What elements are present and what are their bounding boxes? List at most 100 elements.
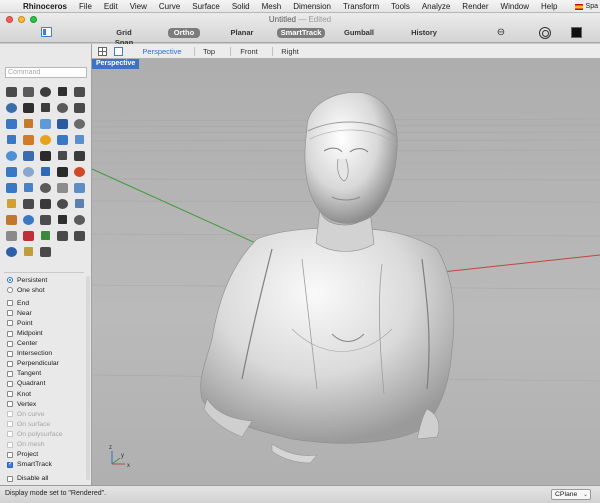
sidebar-toggle-button[interactable] — [41, 27, 52, 37]
tool-button-icon[interactable] — [20, 196, 37, 212]
toggle-smarttrack[interactable]: SmartTrack — [277, 28, 325, 38]
tool-button-icon[interactable] — [3, 100, 20, 116]
tab-right[interactable]: Right — [274, 44, 306, 59]
osnap-knot-checkbox[interactable]: Knot — [7, 389, 87, 399]
tool-button-icon[interactable] — [37, 244, 54, 260]
menu-transform[interactable]: Transform — [337, 0, 385, 12]
menu-file[interactable]: File — [73, 0, 98, 12]
tool-button-icon[interactable] — [3, 244, 20, 260]
tool-button-icon[interactable] — [3, 148, 20, 164]
tool-button-icon[interactable] — [71, 132, 88, 148]
spain-flag-icon[interactable] — [574, 3, 583, 10]
tool-button-icon[interactable] — [3, 212, 20, 228]
menu-dimension[interactable]: Dimension — [287, 0, 337, 12]
osnap-quadrant-checkbox[interactable]: Quadrant — [7, 379, 87, 389]
tool-button-icon[interactable] — [37, 228, 54, 244]
osnap-intersection-checkbox[interactable]: Intersection — [7, 349, 87, 359]
tool-button-icon[interactable] — [37, 100, 54, 116]
tool-button-icon[interactable] — [54, 228, 71, 244]
scanned-mesh[interactable] — [200, 92, 455, 464]
color-swatch-button[interactable] — [571, 27, 582, 38]
menu-surface[interactable]: Surface — [186, 0, 226, 12]
tab-perspective[interactable]: Perspective — [136, 44, 188, 59]
tool-button-icon[interactable] — [3, 132, 20, 148]
tool-button-icon[interactable] — [20, 212, 37, 228]
cplane-dropdown[interactable]: CPlane ⌄ — [551, 489, 591, 500]
menu-curve[interactable]: Curve — [153, 0, 186, 12]
tool-button-icon[interactable] — [37, 180, 54, 196]
osnap-vertex-checkbox[interactable]: Vertex — [7, 399, 87, 409]
menu-app-name[interactable]: Rhinoceros — [17, 0, 73, 12]
menu-help[interactable]: Help — [535, 0, 563, 12]
osnap-end-checkbox[interactable]: End — [7, 298, 87, 308]
tool-button-icon[interactable] — [3, 164, 20, 180]
tool-button-icon[interactable] — [37, 212, 54, 228]
menu-tools[interactable]: Tools — [385, 0, 416, 12]
menu-edit[interactable]: Edit — [98, 0, 124, 12]
tool-button-icon[interactable] — [71, 196, 88, 212]
tool-button-icon[interactable] — [54, 84, 71, 100]
tool-button-icon[interactable] — [71, 228, 88, 244]
tab-front[interactable]: Front — [232, 44, 266, 59]
four-viewports-icon[interactable] — [98, 47, 107, 56]
menu-view[interactable]: View — [124, 0, 153, 12]
osnap-near-checkbox[interactable]: Near — [7, 308, 87, 318]
tool-button-icon[interactable] — [3, 196, 20, 212]
tool-button-icon[interactable] — [54, 116, 71, 132]
tool-button-icon[interactable] — [37, 132, 54, 148]
menu-render[interactable]: Render — [456, 0, 494, 12]
tool-button-icon[interactable] — [54, 164, 71, 180]
tool-button-icon[interactable] — [20, 180, 37, 196]
menu-window[interactable]: Window — [495, 0, 535, 12]
tool-button-icon[interactable] — [54, 148, 71, 164]
tool-button-icon[interactable] — [3, 84, 20, 100]
tool-button-icon[interactable] — [71, 116, 88, 132]
tool-button-icon[interactable] — [20, 148, 37, 164]
toggle-grid-snap[interactable]: Grid Snap — [107, 28, 141, 47]
tool-button-icon[interactable] — [71, 148, 88, 164]
tool-button-icon[interactable] — [20, 228, 37, 244]
menu-mesh[interactable]: Mesh — [256, 0, 288, 12]
osnap-tangent-checkbox[interactable]: Tangent — [7, 369, 87, 379]
osnap-perpendicular-checkbox[interactable]: Perpendicular — [7, 359, 87, 369]
osnap-persistent-radio[interactable]: Persistent — [7, 275, 87, 285]
tool-button-icon[interactable] — [3, 116, 20, 132]
render-target-icon[interactable] — [539, 27, 551, 39]
osnap-disable-all-checkbox[interactable]: Disable all — [7, 474, 87, 484]
toggle-gumball[interactable]: Gumball — [342, 28, 376, 38]
tool-button-icon[interactable] — [54, 180, 71, 196]
tool-button-icon[interactable] — [71, 84, 88, 100]
tool-button-icon[interactable] — [54, 100, 71, 116]
tool-button-icon[interactable] — [71, 180, 88, 196]
osnap-smarttrack-checkbox[interactable]: SmartTrack — [7, 460, 87, 470]
tool-button-icon[interactable] — [37, 116, 54, 132]
tool-button-icon[interactable] — [54, 132, 71, 148]
tool-button-icon[interactable] — [54, 212, 71, 228]
tool-button-icon[interactable] — [71, 212, 88, 228]
perspective-viewport[interactable]: z x y Perspective — [92, 59, 600, 485]
osnap-point-checkbox[interactable]: Point — [7, 318, 87, 328]
tool-button-icon[interactable] — [3, 180, 20, 196]
tool-button-icon[interactable] — [20, 244, 37, 260]
tool-button-icon[interactable] — [54, 196, 71, 212]
toggle-history[interactable]: History — [403, 28, 445, 38]
tool-button-icon[interactable] — [20, 116, 37, 132]
tool-button-icon[interactable] — [37, 164, 54, 180]
tool-button-icon[interactable] — [20, 100, 37, 116]
toggle-ortho[interactable]: Ortho — [168, 28, 200, 38]
viewport-title-label[interactable]: Perspective — [92, 59, 140, 69]
osnap-project-checkbox[interactable]: Project — [7, 450, 87, 460]
menu-solid[interactable]: Solid — [226, 0, 256, 12]
toggle-planar[interactable]: Planar — [227, 28, 257, 38]
tool-button-icon[interactable] — [37, 196, 54, 212]
osnap-one-shot-radio[interactable]: One shot — [7, 285, 87, 295]
gear-icon[interactable]: ⊖ — [495, 27, 507, 39]
osnap-center-checkbox[interactable]: Center — [7, 339, 87, 349]
osnap-midpoint-checkbox[interactable]: Midpoint — [7, 328, 87, 338]
tool-button-icon[interactable] — [20, 164, 37, 180]
input-source-label[interactable]: Spa — [586, 3, 598, 10]
tool-button-icon[interactable] — [37, 148, 54, 164]
single-viewport-icon[interactable] — [114, 47, 123, 56]
tool-button-icon[interactable] — [37, 84, 54, 100]
tool-button-icon[interactable] — [71, 100, 88, 116]
